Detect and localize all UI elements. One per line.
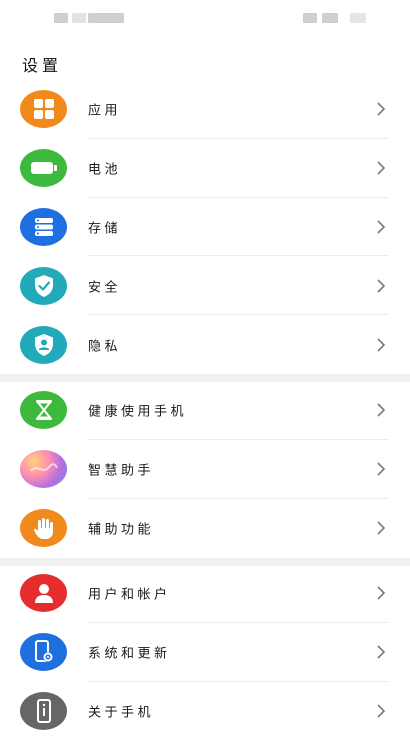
chevron-right-icon [377, 102, 386, 116]
status-battery-blur [350, 13, 366, 23]
settings-group-2: 健康使用手机 智慧助手 辅助功能 [0, 381, 410, 557]
settings-item-storage[interactable]: 存储 [0, 198, 410, 257]
settings-item-about-phone[interactable]: 关于手机 [0, 682, 410, 741]
page-title: 设置 [22, 56, 63, 75]
chevron-right-icon [377, 338, 386, 352]
privacy-shield-icon [20, 325, 67, 364]
battery-icon [20, 149, 67, 188]
settings-item-accessibility[interactable]: 辅助功能 [0, 499, 410, 558]
settings-item-label: 电池 [88, 162, 122, 178]
chevron-right-icon [377, 586, 386, 600]
settings-item-battery[interactable]: 电池 [0, 139, 410, 198]
chevron-right-icon [377, 645, 386, 659]
chevron-right-icon [377, 220, 386, 234]
status-carrier-blur [72, 13, 86, 23]
chevron-right-icon [377, 462, 386, 476]
settings-item-apps[interactable]: 应用 [0, 80, 410, 139]
settings-item-label: 安全 [88, 280, 122, 296]
settings-item-label: 系统和更新 [88, 646, 171, 662]
settings-item-smart-assistant[interactable]: 智慧助手 [0, 440, 410, 499]
status-signal-blur [303, 13, 317, 23]
settings-item-label: 智慧助手 [88, 463, 155, 479]
user-icon [20, 574, 67, 613]
settings-item-label: 隐私 [88, 339, 122, 355]
status-wifi-blur [322, 13, 338, 23]
status-time-blur [88, 13, 124, 23]
settings-item-label: 存储 [88, 221, 122, 237]
chevron-right-icon [377, 521, 386, 535]
settings-item-digital-balance[interactable]: 健康使用手机 [0, 381, 410, 440]
chevron-right-icon [377, 403, 386, 417]
settings-item-privacy[interactable]: 隐私 [0, 315, 410, 374]
settings-item-label: 用户和帐户 [88, 587, 171, 603]
chevron-right-icon [377, 279, 386, 293]
settings-item-label: 辅助功能 [88, 522, 155, 538]
chevron-right-icon [377, 161, 386, 175]
status-carrier-blur [54, 13, 68, 23]
chevron-right-icon [377, 704, 386, 718]
phone-gear-icon [20, 633, 67, 672]
hourglass-icon [20, 391, 67, 430]
hand-icon [20, 508, 67, 547]
settings-item-security[interactable]: 安全 [0, 256, 410, 316]
settings-group-1: 应用 电池 存储 安全 隐私 [0, 80, 410, 374]
settings-item-system-update[interactable]: 系统和更新 [0, 623, 410, 682]
shield-check-icon [20, 266, 67, 305]
settings-item-users-accounts[interactable]: 用户和帐户 [0, 564, 410, 623]
settings-item-label: 健康使用手机 [88, 404, 188, 420]
settings-group-3: 用户和帐户 系统和更新 关于手机 [0, 564, 410, 740]
settings-item-label: 应用 [88, 103, 122, 119]
settings-item-label: 关于手机 [88, 705, 155, 721]
apps-grid-icon [20, 90, 67, 129]
storage-icon [20, 207, 67, 246]
phone-info-icon [20, 691, 67, 730]
status-bar [0, 0, 410, 40]
assistant-gradient-icon [20, 450, 67, 489]
